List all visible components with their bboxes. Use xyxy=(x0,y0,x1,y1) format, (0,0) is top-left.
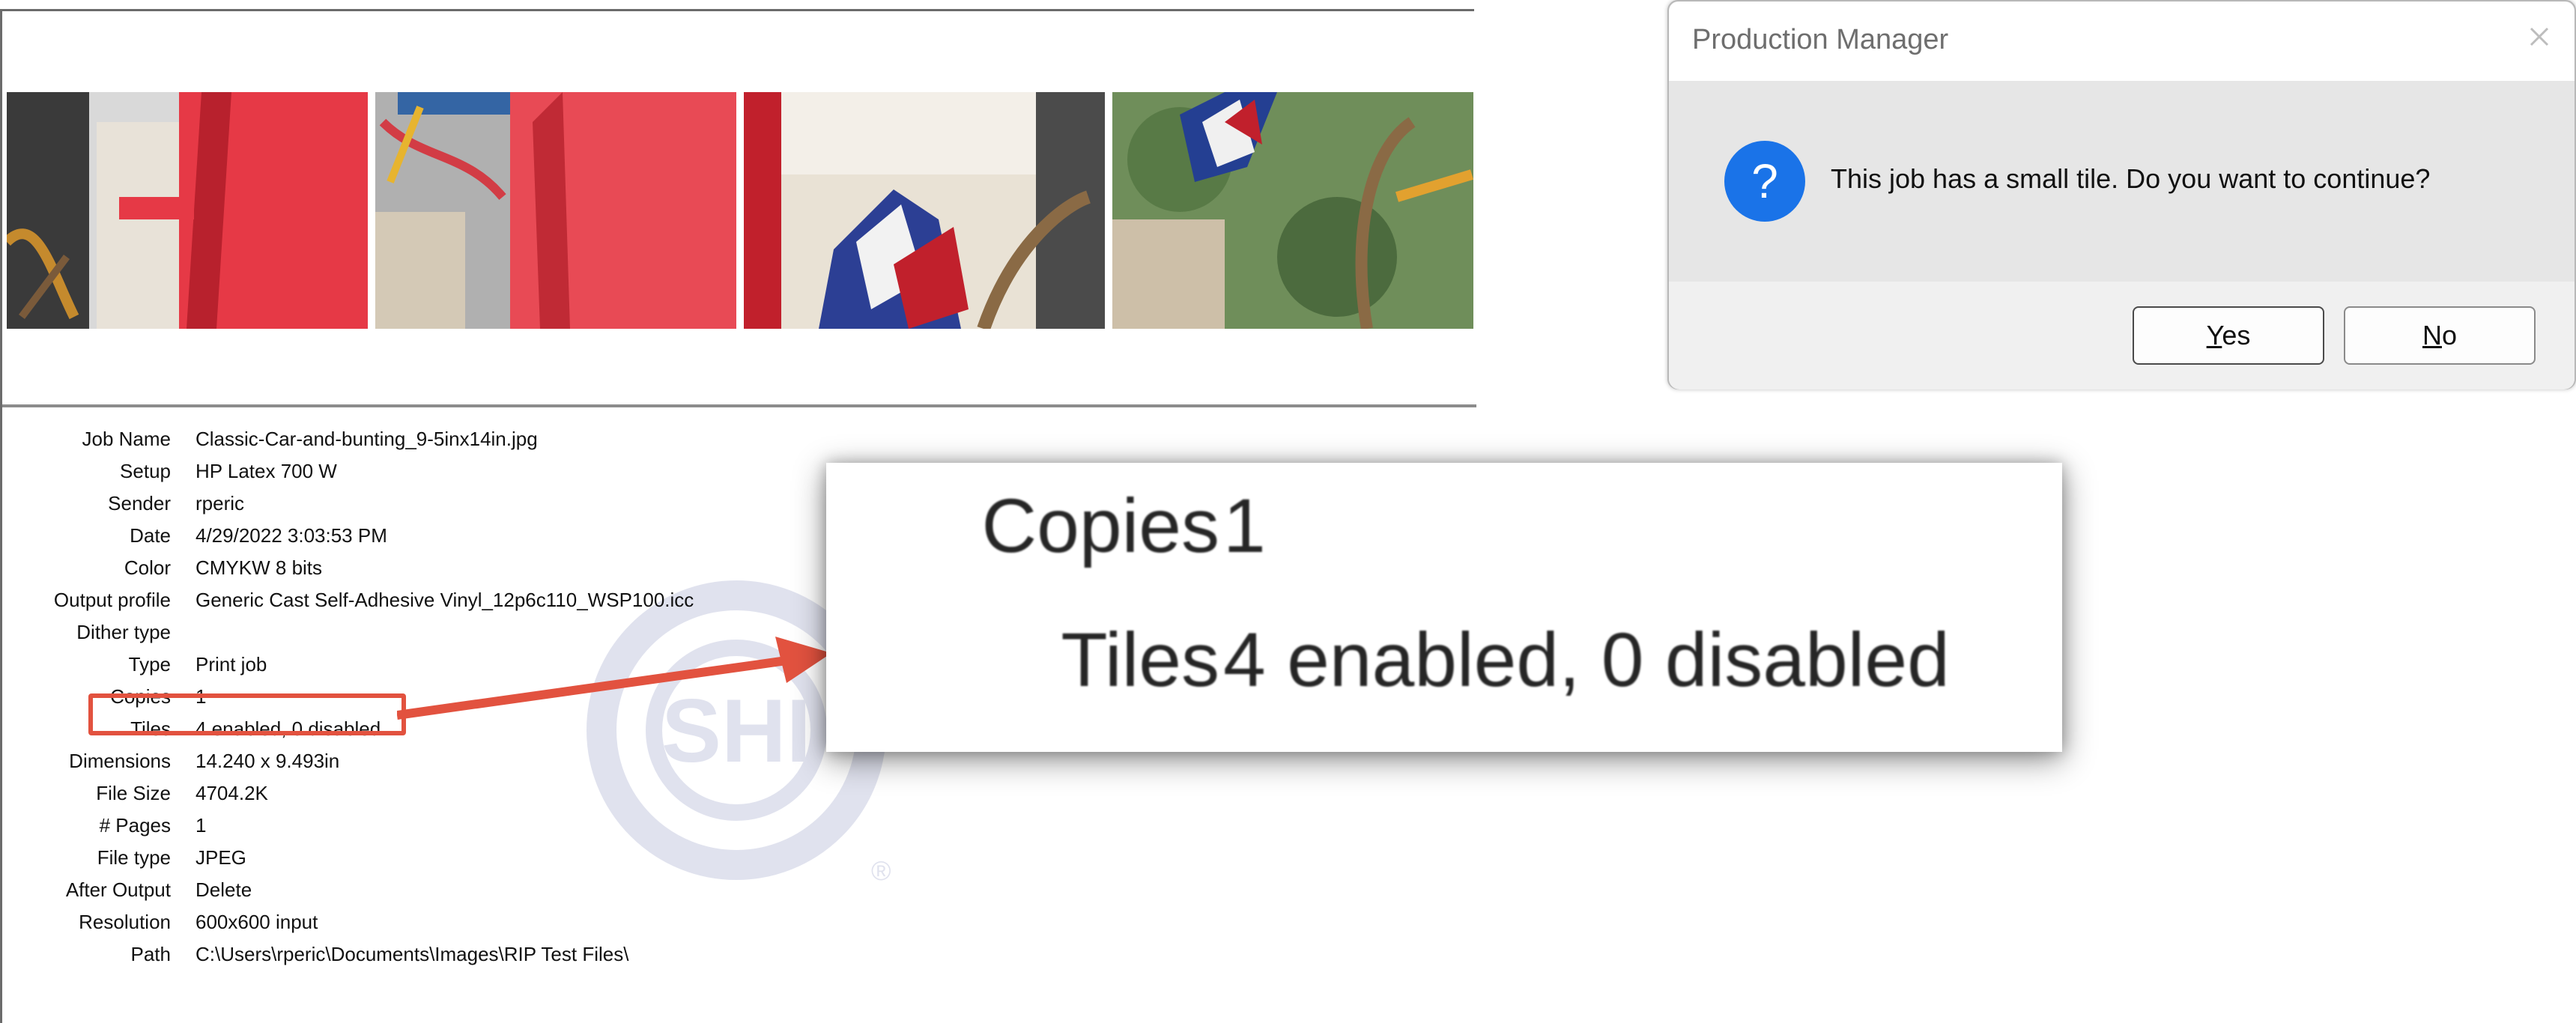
property-row: Job Name Classic-Car-and-bunting_9-5inx14… xyxy=(2,428,976,458)
yes-button[interactable]: Yes xyxy=(2133,306,2324,365)
property-label: Resolution xyxy=(79,911,171,933)
property-label: File type xyxy=(97,846,171,869)
zoom-tiles-row: Tiles 4 enabled, 0 disabled xyxy=(826,616,2062,702)
property-row: File type JPEG xyxy=(2,846,976,876)
no-mnemonic: N xyxy=(2422,320,2442,350)
production-manager-dialog: Production Manager ? This job has a smal… xyxy=(1667,0,2576,389)
zoom-tiles-label: Tiles xyxy=(1061,617,1219,702)
property-label: Job Name xyxy=(82,428,172,450)
property-row: After Output Delete xyxy=(2,878,976,908)
property-value: HP Latex 700 W xyxy=(196,460,337,482)
property-label: Dither type xyxy=(76,621,171,643)
property-label: Type xyxy=(128,653,171,676)
property-value: Classic-Car-and-bunting_9-5inx14in.jpg xyxy=(196,428,538,450)
question-icon: ? xyxy=(1724,141,1805,222)
property-value: JPEG xyxy=(196,846,246,869)
property-value: 4704.2K xyxy=(196,782,268,804)
dialog-message: This job has a small tile. Do you want t… xyxy=(1831,163,2431,194)
zoomed-callout: Copies 1 Tiles 4 enabled, 0 disabled xyxy=(826,463,2062,752)
property-label: File Size xyxy=(96,782,171,804)
no-button[interactable]: No xyxy=(2344,306,2536,365)
property-row: Path C:\Users\rperic\Documents\Images\RIP… xyxy=(2,943,976,973)
dialog-title: Production Manager xyxy=(1692,24,1949,55)
dialog-body: ? This job has a small tile. Do you want… xyxy=(1669,81,2575,282)
property-label: Path xyxy=(130,943,172,965)
property-label: Setup xyxy=(120,460,171,482)
property-value: C:\Users\rperic\Documents\Images\RIP Tes… xyxy=(196,943,629,965)
close-icon[interactable] xyxy=(2521,18,2558,55)
callout-arrow xyxy=(397,637,831,720)
no-label: o xyxy=(2441,320,2458,350)
tile-preview-4[interactable] xyxy=(1112,92,1473,329)
property-label: Sender xyxy=(108,492,171,514)
preview-divider xyxy=(2,404,1476,407)
property-row: Dimensions 14.240 x 9.493in xyxy=(2,750,976,780)
dialog-titlebar[interactable]: Production Manager xyxy=(1669,1,2575,81)
property-value: 4/29/2022 3:03:53 PM xyxy=(196,524,387,547)
zoom-tiles-value: 4 enabled, 0 disabled xyxy=(1223,617,1950,702)
yes-mnemonic: Y xyxy=(2206,320,2222,350)
zoom-copies-value: 1 xyxy=(1223,483,1266,568)
zoom-copies-row: Copies 1 xyxy=(826,482,2062,568)
svg-text:?: ? xyxy=(1751,154,1778,208)
property-label: Output profile xyxy=(53,589,171,611)
property-row: Resolution 600x600 input xyxy=(2,911,976,941)
property-row: File Size 4704.2K xyxy=(2,782,976,812)
tiles-row-highlight xyxy=(88,693,406,735)
property-value: 1 xyxy=(196,814,207,837)
tile-preview-strip xyxy=(7,92,1475,329)
property-value: 600x600 input xyxy=(196,911,318,933)
property-label: Dimensions xyxy=(69,750,171,772)
property-label: # Pages xyxy=(99,814,171,837)
property-row: # Pages 1 xyxy=(2,814,976,844)
tile-preview-1[interactable] xyxy=(7,92,368,329)
property-label: Color xyxy=(124,556,171,579)
property-value: Generic Cast Self-Adhesive Vinyl_12p6c11… xyxy=(196,589,694,611)
dialog-footer: Yes No xyxy=(1669,282,2575,389)
zoom-copies-label: Copies xyxy=(981,483,1219,568)
property-value: Print job xyxy=(196,653,267,676)
tile-preview-3[interactable] xyxy=(744,92,1105,329)
yes-label: es xyxy=(2222,320,2251,350)
property-value: Delete xyxy=(196,878,252,901)
property-value: rperic xyxy=(196,492,245,514)
property-label: Date xyxy=(130,524,171,547)
property-value: CMYKW 8 bits xyxy=(196,556,323,579)
property-value: 14.240 x 9.493in xyxy=(196,750,340,772)
tile-preview-2[interactable] xyxy=(375,92,736,329)
property-label: After Output xyxy=(65,878,171,901)
